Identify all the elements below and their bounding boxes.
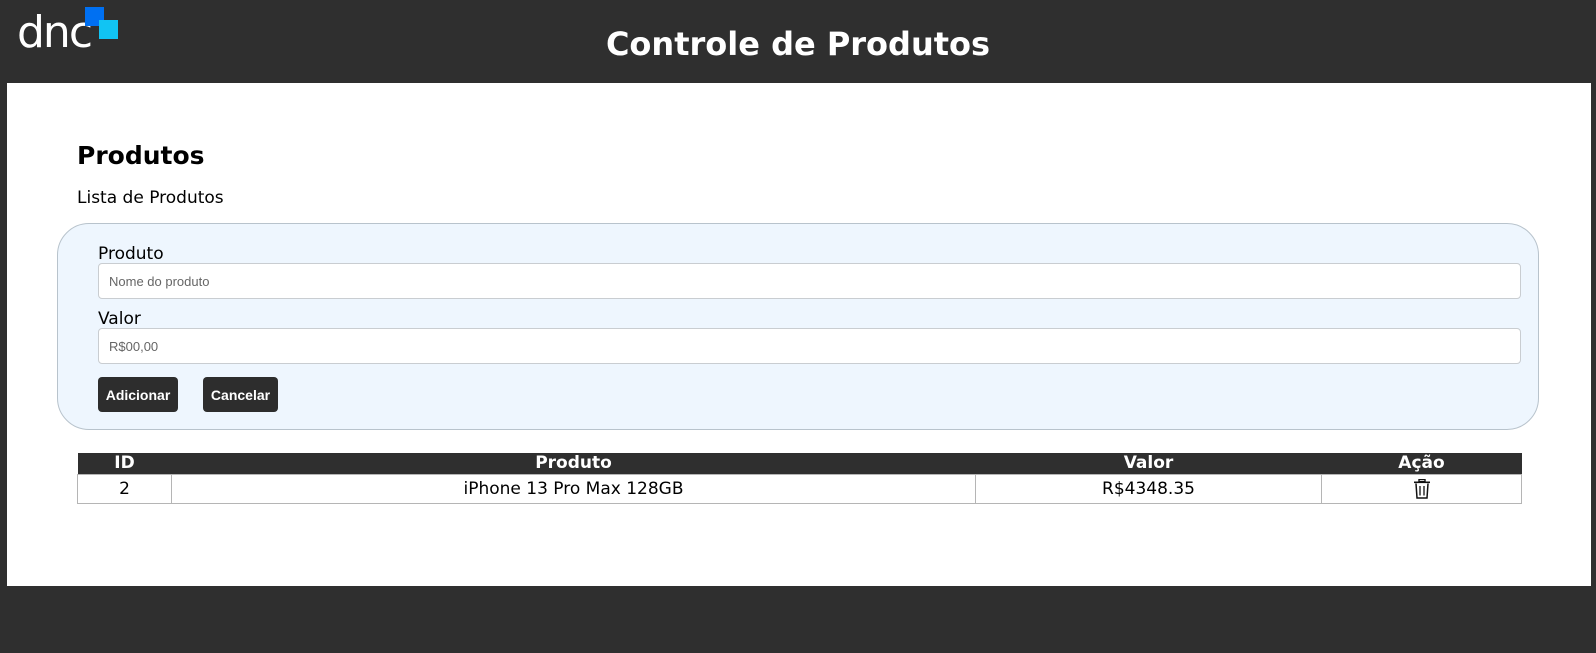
cell-id: 2 — [77, 474, 172, 504]
page-subtitle: Lista de Produtos — [77, 188, 224, 208]
cell-action — [1321, 474, 1522, 504]
product-value-input[interactable] — [98, 328, 1521, 364]
table-row: 2 iPhone 13 Pro Max 128GB R$4348.35 — [77, 474, 1522, 504]
cell-value: R$4348.35 — [975, 474, 1322, 504]
column-header-product: Produto — [171, 453, 976, 475]
value-label: Valor — [98, 309, 141, 329]
product-form: Produto Valor Adicionar Cancelar — [57, 223, 1539, 430]
product-name-input[interactable] — [98, 263, 1521, 299]
trash-icon[interactable] — [1413, 478, 1431, 499]
products-table: ID Produto Valor Ação 2 iPhone 13 Pro Ma… — [77, 453, 1522, 504]
main-content: Produtos Lista de Produtos Produto Valor… — [7, 83, 1591, 586]
column-header-value: Valor — [975, 453, 1322, 475]
cancel-button[interactable]: Cancelar — [203, 377, 278, 412]
app-title: Controle de Produtos — [605, 25, 991, 63]
page-title: Produtos — [77, 141, 205, 170]
footer — [0, 586, 1596, 653]
column-header-action: Ação — [1321, 453, 1522, 475]
product-label: Produto — [98, 244, 164, 264]
add-button[interactable]: Adicionar — [98, 377, 178, 412]
cell-product: iPhone 13 Pro Max 128GB — [171, 474, 976, 504]
table-header-row: ID Produto Valor Ação — [77, 453, 1522, 475]
column-header-id: ID — [77, 453, 172, 475]
